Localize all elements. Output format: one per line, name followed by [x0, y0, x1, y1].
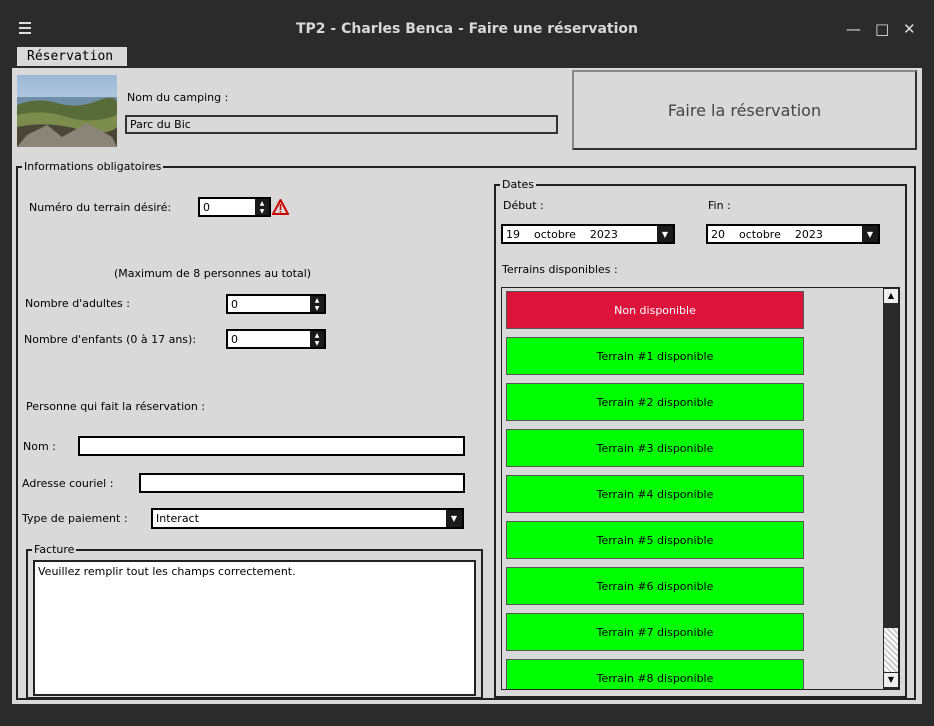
person-heading: Personne qui fait la réservation : [26, 400, 206, 413]
end-day: 20 [711, 227, 725, 241]
camping-image [17, 75, 117, 147]
children-value: 0 [231, 332, 238, 346]
max-persons-note: (Maximum de 8 personnes au total) [114, 267, 312, 280]
scroll-up-icon[interactable]: ▲ [884, 289, 898, 303]
payment-select[interactable]: Interact ▼ [151, 508, 464, 529]
terrain-item[interactable]: Terrain #8 disponible [506, 659, 804, 689]
start-year: 2023 [589, 227, 618, 241]
chevron-down-icon[interactable]: ▼ [657, 226, 673, 242]
required-info-legend: Informations obligatoires [24, 160, 162, 173]
terrain-number-label: Numéro du terrain désiré: [29, 201, 172, 214]
terrain-item[interactable]: Terrain #5 disponible [506, 521, 804, 559]
available-terrains-label: Terrains disponibles : [502, 263, 618, 276]
maximize-icon[interactable]: □ [875, 20, 889, 38]
chevron-down-icon[interactable]: ▼ [862, 226, 878, 242]
start-day: 19 [506, 227, 520, 241]
spin-buttons[interactable]: ▲ ▼ [255, 199, 269, 215]
end-date-label: Fin : [708, 199, 731, 212]
children-label: Nombre d'enfants (0 à 17 ans): [24, 333, 197, 346]
spin-buttons[interactable]: ▲ ▼ [310, 296, 324, 312]
terrain-list[interactable]: Non disponible Terrain #1 disponible Terra… [501, 287, 900, 690]
terrain-item[interactable]: Terrain #6 disponible [506, 567, 804, 605]
end-date-select[interactable]: 20 octobre 2023 ▼ [706, 224, 880, 244]
terrain-item[interactable]: Terrain #2 disponible [506, 383, 804, 421]
title-bar: TP2 - Charles Benca - Faire une réservat… [0, 0, 934, 44]
children-spinbox[interactable]: 0 ▲ ▼ [226, 329, 326, 349]
name-input[interactable] [78, 436, 465, 456]
payment-label: Type de paiement : [22, 512, 128, 525]
invoice-legend: Facture [34, 543, 75, 556]
adults-spinbox[interactable]: 0 ▲ ▼ [226, 294, 326, 314]
invoice-text: Veuillez remplir tout les champs correct… [38, 565, 296, 578]
scroll-down-icon[interactable]: ▼ [884, 673, 898, 687]
camping-name-value: Parc du Bic [130, 118, 191, 131]
close-icon[interactable]: ✕ [903, 20, 916, 38]
minimize-icon[interactable]: — [846, 20, 861, 38]
menu-reservation[interactable]: Réservation [17, 47, 127, 66]
camping-name-label: Nom du camping : [127, 91, 229, 104]
warning-icon [271, 197, 290, 218]
scroll-thumb[interactable] [884, 628, 898, 672]
start-date-select[interactable]: 19 octobre 2023 ▼ [501, 224, 675, 244]
terrain-item[interactable]: Terrain #7 disponible [506, 613, 804, 651]
terrain-item[interactable]: Non disponible [506, 291, 804, 329]
invoice-textarea[interactable]: Veuillez remplir tout les champs correct… [33, 560, 476, 696]
dates-legend: Dates [502, 178, 535, 191]
email-label: Adresse couriel : [22, 477, 114, 490]
start-month: octobre [534, 227, 576, 241]
name-label: Nom : [23, 440, 56, 453]
reserve-button[interactable]: Faire la réservation [572, 70, 917, 150]
terrain-number-spinbox[interactable]: 0 ▲ ▼ [198, 197, 271, 217]
adults-label: Nombre d'adultes : [25, 297, 130, 310]
terrain-item[interactable]: Terrain #4 disponible [506, 475, 804, 513]
window-title: TP2 - Charles Benca - Faire une réservat… [296, 21, 638, 37]
start-date-label: Début : [503, 199, 544, 212]
adults-value: 0 [231, 297, 238, 311]
chevron-down-icon[interactable]: ▼ [446, 510, 462, 527]
terrain-item[interactable]: Terrain #3 disponible [506, 429, 804, 467]
terrain-item[interactable]: Terrain #1 disponible [506, 337, 804, 375]
menu-bar [0, 44, 934, 68]
spin-buttons[interactable]: ▲ ▼ [310, 331, 324, 347]
email-input[interactable] [139, 473, 465, 493]
end-year: 2023 [794, 227, 823, 241]
camping-name-field: Parc du Bic [125, 115, 558, 134]
end-month: octobre [739, 227, 781, 241]
scrollbar[interactable]: ▲ ▼ [883, 288, 899, 689]
terrain-number-value: 0 [203, 200, 210, 214]
payment-value: Interact [156, 512, 199, 525]
